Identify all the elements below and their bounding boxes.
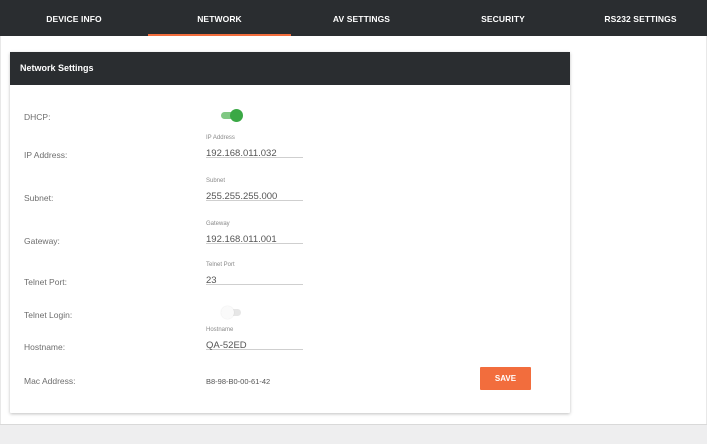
hostname-caption: Hostname	[206, 327, 234, 333]
telnet-login-label: Telnet Login:	[24, 310, 73, 320]
card-title: Network Settings	[10, 52, 570, 85]
ip-address-input[interactable]: 192.168.011.032	[206, 144, 303, 159]
telnet-port-caption: Telnet Port	[206, 262, 235, 268]
tab-rs232-settings[interactable]: RS232 SETTINGS	[574, 0, 707, 36]
telnet-port-label: Telnet Port:	[24, 277, 67, 287]
dhcp-label: DHCP:	[24, 112, 51, 122]
ip-address-caption: IP Address	[206, 135, 235, 141]
ip-address-field[interactable]: IP Address 192.168.011.032	[206, 135, 303, 159]
tab-network[interactable]: NETWORK	[148, 0, 291, 36]
gateway-input[interactable]: 192.168.011.001	[206, 230, 303, 245]
top-tab-bar: DEVICE INFO NETWORK AV SETTINGS SECURITY…	[0, 0, 707, 36]
gateway-field[interactable]: Gateway 192.168.011.001	[206, 221, 303, 245]
tab-security[interactable]: SECURITY	[432, 0, 574, 36]
network-settings-card: Network Settings DHCP: IP Address: IP Ad…	[10, 52, 570, 413]
subnet-field[interactable]: Subnet 255.255.255.000	[206, 178, 303, 202]
toggle-knob	[230, 109, 243, 122]
hostname-input[interactable]: QA-52ED	[206, 336, 303, 351]
telnet-login-toggle[interactable]	[221, 306, 241, 319]
tab-av-settings[interactable]: AV SETTINGS	[291, 0, 432, 36]
subnet-input[interactable]: 255.255.255.000	[206, 187, 303, 202]
save-button[interactable]: SAVE	[480, 367, 531, 390]
subnet-label: Subnet:	[24, 193, 54, 203]
telnet-port-input[interactable]: 23	[206, 271, 303, 286]
page-footer	[0, 424, 707, 444]
gateway-label: Gateway:	[24, 236, 60, 246]
tab-device-info[interactable]: DEVICE INFO	[0, 0, 148, 36]
mac-address-value: B8-98-B0-00-61-42	[206, 377, 271, 386]
hostname-label: Hostname:	[24, 342, 66, 352]
ip-address-label: IP Address:	[24, 150, 68, 160]
dhcp-toggle[interactable]	[221, 109, 243, 122]
hostname-field[interactable]: Hostname QA-52ED	[206, 327, 303, 351]
mac-address-label: Mac Address:	[24, 376, 76, 386]
telnet-port-field[interactable]: Telnet Port 23	[206, 262, 303, 286]
main-content: Network Settings DHCP: IP Address: IP Ad…	[0, 36, 707, 424]
gateway-caption: Gateway	[206, 221, 230, 227]
subnet-caption: Subnet	[206, 178, 226, 184]
toggle-knob	[221, 306, 234, 319]
